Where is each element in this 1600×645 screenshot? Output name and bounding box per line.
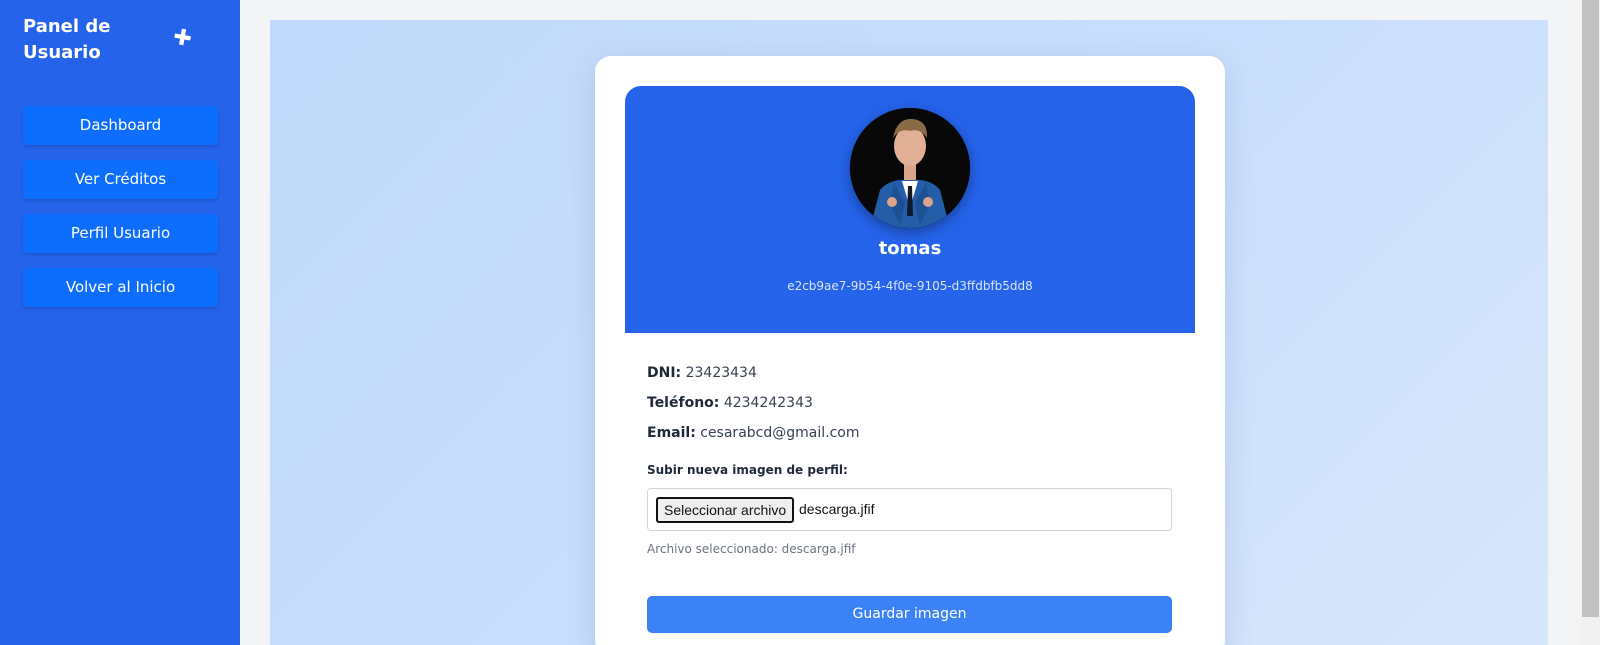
sidebar-item-ver-creditos[interactable]: Ver Créditos <box>23 160 218 199</box>
dni-row: DNI: 23423434 <box>647 358 859 388</box>
user-photo-icon <box>850 108 970 228</box>
phone-row: Teléfono: 4234242343 <box>647 388 859 418</box>
sidebar-item-dashboard[interactable]: Dashboard <box>23 106 218 145</box>
selected-file-status: Archivo seleccionado: descarga.jfif <box>647 542 856 556</box>
upload-image-label: Subir nueva imagen de perfil: <box>647 463 848 477</box>
profile-username: tomas <box>878 238 942 259</box>
save-image-button[interactable]: Guardar imagen <box>647 596 1172 633</box>
sidebar-title: Panel de Usuario <box>23 16 111 63</box>
pin-icon[interactable]: ✚ <box>171 25 193 53</box>
sidebar-header: Panel de Usuario ✚ <box>23 14 217 106</box>
email-label: Email: <box>647 425 696 441</box>
phone-value: 4234242343 <box>723 395 813 411</box>
phone-label: Teléfono: <box>647 395 720 411</box>
selected-file-name: descarga.jfif <box>799 501 875 517</box>
profile-header: tomas e2cb9ae7-9b54-4f0e-9105-d3ffdbfb5d… <box>625 86 1195 333</box>
sidebar: Panel de Usuario ✚ Dashboard Ver Crédito… <box>0 0 240 645</box>
sidebar-item-perfil-usuario[interactable]: Perfil Usuario <box>23 214 218 253</box>
dni-label: DNI: <box>647 365 682 381</box>
email-value: cesarabcd@gmail.com <box>700 425 860 441</box>
profile-info: DNI: 23423434 Teléfono: 4234242343 Email… <box>647 358 859 448</box>
profile-card: tomas e2cb9ae7-9b54-4f0e-9105-d3ffdbfb5d… <box>595 56 1225 645</box>
scrollbar-thumb[interactable] <box>1582 0 1599 617</box>
email-row: Email: cesarabcd@gmail.com <box>647 418 859 448</box>
dni-value: 23423434 <box>685 365 757 381</box>
avatar <box>850 108 970 228</box>
sidebar-item-volver-inicio[interactable]: Volver al Inicio <box>23 268 218 307</box>
profile-user-id: e2cb9ae7-9b54-4f0e-9105-d3ffdbfb5dd8 <box>787 279 1033 293</box>
file-input[interactable]: Seleccionar archivo descarga.jfif <box>647 488 1172 531</box>
select-file-button[interactable]: Seleccionar archivo <box>656 497 795 523</box>
